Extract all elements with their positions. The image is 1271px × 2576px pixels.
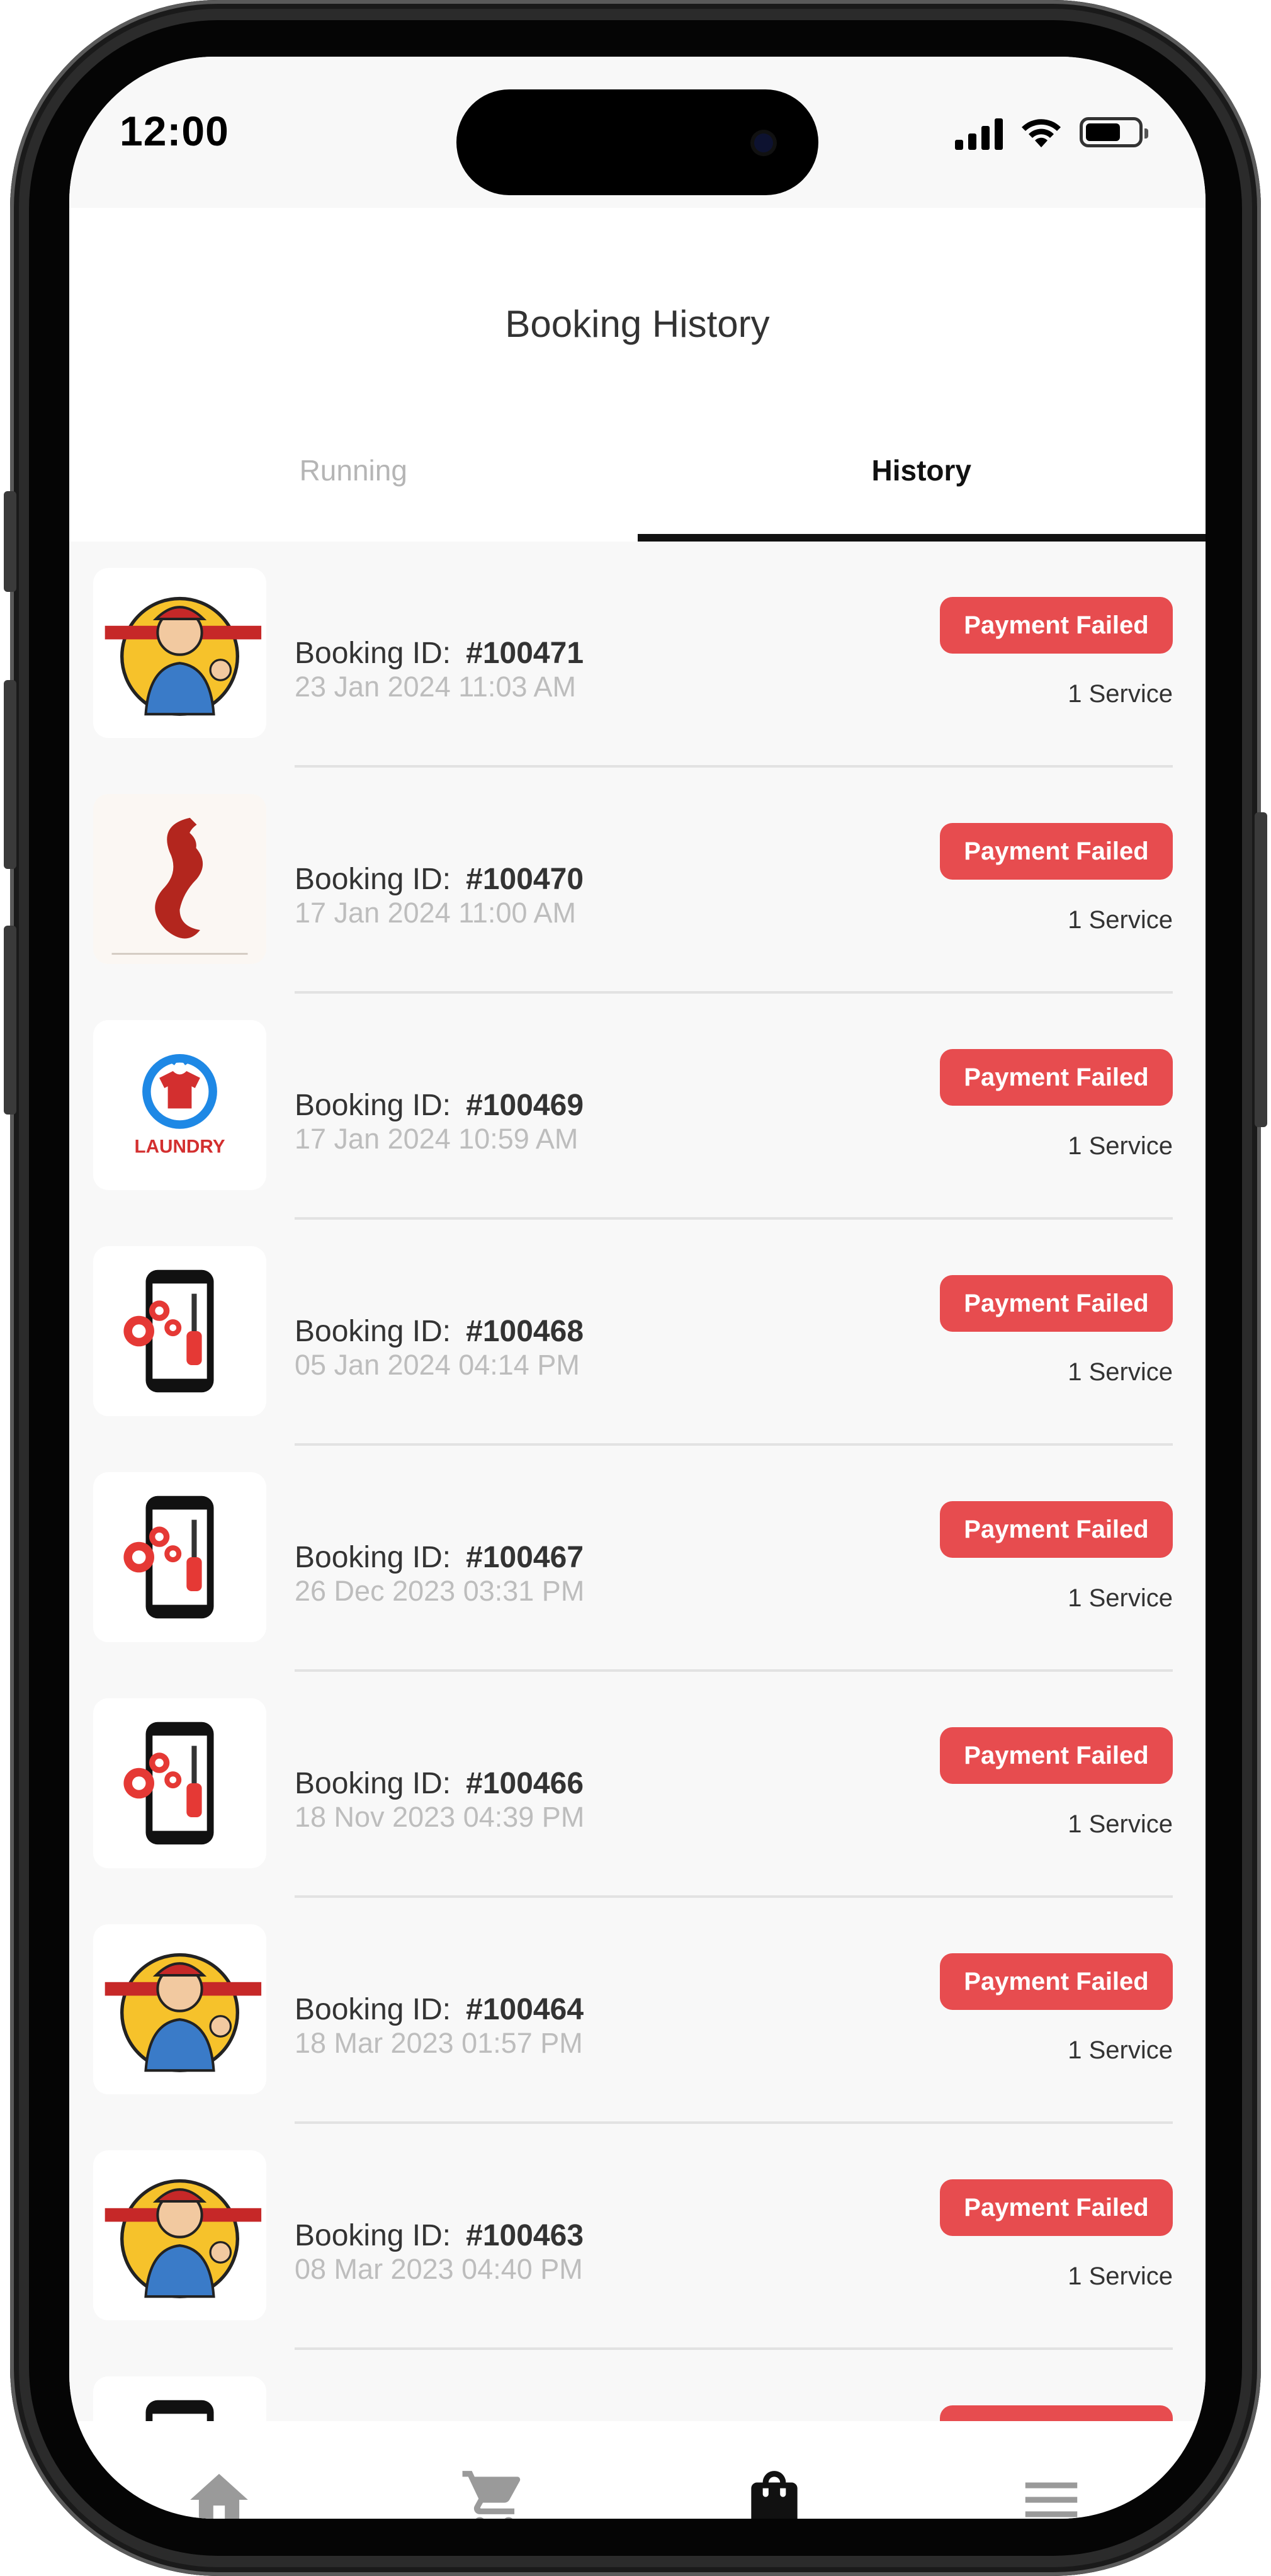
service-count: 1 Service	[1068, 1584, 1173, 1612]
bottom-nav	[69, 2421, 1206, 2519]
booking-number: #100471	[466, 637, 584, 670]
booking-datetime: 18 Mar 2023 01:57 PM	[295, 2027, 583, 2059]
booking-datetime: 17 Jan 2024 11:00 AM	[295, 897, 577, 929]
phone-repair-icon	[93, 2376, 266, 2421]
phone-repair-icon	[93, 1698, 266, 1868]
booking-id: Booking ID: #100467	[295, 1541, 584, 1574]
status-badge: Payment Failed	[940, 1727, 1173, 1784]
tab-history[interactable]: History	[638, 397, 1206, 542]
nav-cart[interactable]	[460, 2465, 529, 2519]
page-title: Booking History	[505, 303, 770, 345]
home-icon	[190, 2473, 248, 2519]
nav-menu[interactable]	[1017, 2465, 1086, 2519]
volume-up-button	[4, 680, 16, 869]
active-tab-indicator	[637, 534, 1206, 542]
booking-number: #100466	[466, 1767, 584, 1800]
plumber-mascot-icon	[93, 2150, 266, 2320]
status-bar: 12:00	[69, 57, 1206, 208]
plumber-mascot-icon	[93, 568, 266, 738]
booking-id: Booking ID: #100470	[295, 863, 584, 896]
status-badge: Payment Failed	[940, 1501, 1173, 1558]
cart-icon	[462, 2471, 521, 2519]
booking-number: #100467	[466, 1541, 584, 1574]
booking-id: Booking ID: #100464	[295, 1993, 584, 2026]
booking-datetime: 18 Nov 2023 04:39 PM	[295, 1801, 585, 1833]
booking-number: #100464	[466, 1993, 584, 2026]
volume-down-button	[4, 926, 16, 1115]
booking-number: #100468	[466, 1315, 584, 1348]
status-badge: Payment Failed	[940, 823, 1173, 880]
service-count: 1 Service	[1068, 1132, 1173, 1160]
nav-bookings[interactable]	[740, 2465, 809, 2519]
booking-id: Booking ID: #100463	[295, 2219, 584, 2252]
tab-running[interactable]: Running	[69, 397, 638, 542]
status-time: 12:00	[120, 108, 229, 154]
booking-row[interactable]: Booking ID: #100471 23 Jan 2024 11:03 AM …	[69, 542, 1206, 768]
page-header: Booking History Running History	[69, 208, 1206, 542]
booking-row[interactable]: Booking ID: #100464 18 Mar 2023 01:57 PM …	[69, 1898, 1206, 2124]
booking-row[interactable]: Booking ID: #100470 17 Jan 2024 11:00 AM …	[69, 768, 1206, 994]
booking-row[interactable]: Booking ID: #100468 05 Jan 2024 04:14 PM …	[69, 1220, 1206, 1446]
silent-switch	[4, 491, 16, 592]
booking-id: Booking ID: #100471	[295, 637, 584, 670]
salon-logo-icon	[93, 794, 266, 964]
booking-number: #100463	[466, 2219, 584, 2252]
phone-repair-icon	[93, 1472, 266, 1642]
booking-id: Booking ID: #100468	[295, 1315, 584, 1348]
service-count: 1 Service	[1068, 906, 1173, 934]
booking-id: Booking ID: #100466	[295, 1767, 584, 1800]
cellular-signal-icon	[955, 117, 1003, 150]
status-badge: Payment Failed	[940, 597, 1173, 654]
booking-number: #100470	[466, 863, 584, 896]
app-screen: 12:00 Booking History Running History Bo…	[69, 57, 1206, 2519]
laundry-logo-icon: LAUNDRY	[93, 1020, 266, 1190]
svg-text:LAUNDRY: LAUNDRY	[134, 1137, 225, 1157]
battery-icon	[1080, 117, 1148, 147]
booking-row[interactable]: Booking ID: #100463 08 Mar 2023 04:40 PM …	[69, 2124, 1206, 2350]
status-badge: Payment Failed	[940, 1953, 1173, 2010]
booking-row[interactable]: Booking ID: #100467 26 Dec 2023 03:31 PM …	[69, 1446, 1206, 1672]
booking-datetime: 05 Jan 2024 04:14 PM	[295, 1349, 580, 1381]
booking-datetime: 23 Jan 2024 11:03 AM	[295, 671, 577, 703]
service-count: 1 Service	[1068, 2036, 1173, 2064]
booking-datetime: 26 Dec 2023 03:31 PM	[295, 1575, 585, 1607]
plumber-mascot-icon	[93, 1924, 266, 2094]
menu-icon	[1025, 2482, 1078, 2517]
status-badge: Payment Failed	[940, 1275, 1173, 1332]
nav-home[interactable]	[184, 2465, 254, 2519]
booking-datetime: 08 Mar 2023 04:40 PM	[295, 2253, 583, 2285]
booking-row[interactable]: LAUNDRY Booking ID: #100469 17 Jan 2024 1…	[69, 994, 1206, 1220]
booking-list[interactable]: Booking ID: #100471 23 Jan 2024 11:03 AM …	[69, 542, 1206, 2421]
power-button	[1255, 812, 1267, 1127]
booking-number: #100469	[466, 1089, 584, 1122]
wifi-icon	[1022, 119, 1061, 147]
status-badge-partial	[940, 2405, 1173, 2421]
status-badge: Payment Failed	[940, 2179, 1173, 2236]
front-camera	[754, 133, 773, 152]
status-badge: Payment Failed	[940, 1049, 1173, 1106]
service-count: 1 Service	[1068, 1810, 1173, 1838]
bag-icon	[751, 2471, 798, 2519]
booking-row[interactable]: Booking ID: #100466 18 Nov 2023 04:39 PM …	[69, 1672, 1206, 1898]
status-icons	[955, 112, 1148, 150]
phone-repair-icon	[93, 1246, 266, 1416]
service-count: 1 Service	[1068, 2262, 1173, 2290]
service-count: 1 Service	[1068, 680, 1173, 708]
booking-datetime: 17 Jan 2024 10:59 AM	[295, 1123, 579, 1155]
dynamic-island	[456, 89, 818, 195]
booking-row-partial[interactable]	[69, 2350, 1206, 2421]
booking-id: Booking ID: #100469	[295, 1089, 584, 1122]
service-count: 1 Service	[1068, 1358, 1173, 1386]
